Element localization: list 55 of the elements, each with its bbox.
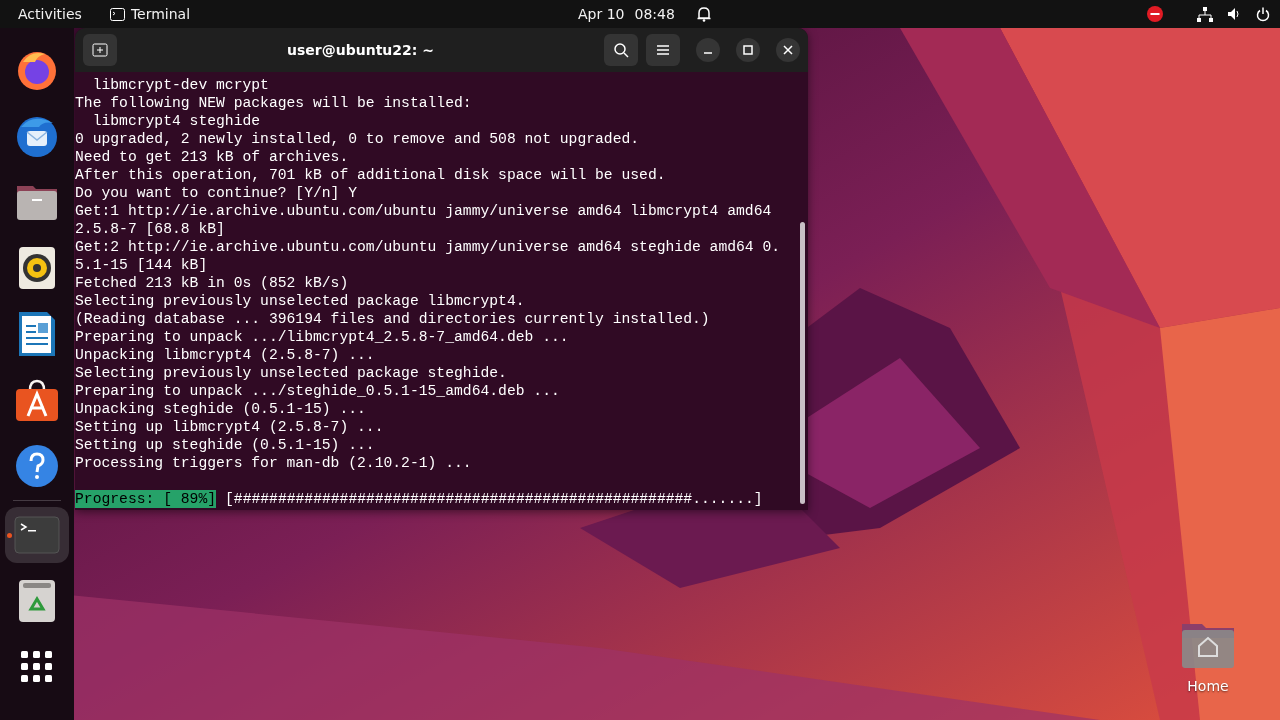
minimize-button[interactable] <box>696 38 720 62</box>
terminal-line: 0 upgraded, 2 newly installed, 0 to remove and 508 not upgraded. <box>75 130 641 148</box>
terminal-line: The following NEW packages will be installed: <box>75 94 473 112</box>
terminal-line: 2.5.8-7 [68.8 kB] <box>75 220 226 238</box>
progress-label: Progress: [ 89%] <box>75 490 217 508</box>
scrollbar[interactable] <box>800 222 805 504</box>
maximize-button[interactable] <box>736 38 760 62</box>
terminal-line: libmcrypt-dev mcrypt <box>91 76 270 94</box>
network-icon[interactable] <box>1197 6 1213 22</box>
terminal-line: libmcrypt4 steghide <box>91 112 262 130</box>
document-icon[interactable] <box>18 311 56 357</box>
speaker-icon[interactable] <box>18 246 56 290</box>
trash-icon[interactable] <box>18 579 56 623</box>
no-entry-icon[interactable] <box>1147 6 1163 22</box>
plus-tab-icon <box>92 43 108 57</box>
window-title: user@ubuntu22: ~ <box>286 42 435 58</box>
search-button[interactable] <box>604 34 638 66</box>
terminal-line: Preparing to unpack .../libmcrypt4_2.5.8-7_amd64.deb ... <box>75 328 570 346</box>
menu-icon <box>656 44 670 56</box>
terminal-line: 5.1-15 [144 kB] <box>75 256 209 274</box>
new-tab-button[interactable] <box>83 34 117 66</box>
close-button[interactable] <box>776 38 800 62</box>
activities-button[interactable]: Activities <box>18 6 82 22</box>
shopping-bag-icon[interactable] <box>15 378 59 422</box>
app-menu[interactable]: Terminal <box>130 6 191 22</box>
maximize-icon <box>743 45 753 55</box>
terminal-line: Unpacking libmcrypt4 (2.5.8-7) ... <box>75 346 376 364</box>
progress-text: [####################################################.......] <box>225 490 763 508</box>
terminal-line: Setting up steghide (0.5.1-15) ... <box>75 436 376 454</box>
terminal-line: Selecting previously unselected package steghide. <box>75 364 508 382</box>
terminal-line: After this operation, 701 kB of additional disk space will be used. <box>75 166 667 184</box>
help-icon[interactable] <box>15 444 59 488</box>
app-grid-icon[interactable] <box>21 651 53 683</box>
terminal-icon <box>109 7 125 21</box>
terminal-line: Get:2 http://ie.archive.ubuntu.com/ubuntu jammy/universe amd64 steghide amd64 0. <box>75 238 782 256</box>
terminal-line: Preparing to unpack .../steghide_0.5.1-15_amd64.deb ... <box>75 382 561 400</box>
volume-icon[interactable] <box>1227 7 1242 21</box>
power-icon[interactable] <box>1256 6 1270 22</box>
date-label[interactable]: Apr 10 <box>578 6 625 22</box>
close-icon <box>783 45 793 55</box>
terminal-line: Fetched 213 kB in 0s (852 kB/s) <box>75 274 350 292</box>
minimize-icon <box>704 52 712 54</box>
terminal-line: Unpacking steghide (0.5.1-15) ... <box>75 400 367 418</box>
terminal-line: Need to get 213 kB of archives. <box>75 148 350 166</box>
menu-button[interactable] <box>646 34 680 66</box>
terminal-line: Selecting previously unselected package libmcrypt4. <box>75 292 526 310</box>
terminal-line: Setting up libmcrypt4 (2.5.8-7) ... <box>75 418 385 436</box>
search-icon <box>613 42 629 58</box>
bell-icon[interactable] <box>696 6 711 22</box>
terminal-line: (Reading database ... 396194 files and directories currently installed.) <box>75 310 711 328</box>
terminal-line: Get:1 http://ie.archive.ubuntu.com/ubuntu jammy/universe amd64 libmcrypt4 amd64 <box>75 202 773 220</box>
clock-label[interactable]: 08:48 <box>634 6 675 22</box>
terminal-line: Do you want to continue? [Y/n] Y <box>75 184 359 202</box>
terminal-icon[interactable] <box>14 516 60 554</box>
terminal-line: Processing triggers for man-db (2.10.2-1) ... <box>75 454 473 472</box>
